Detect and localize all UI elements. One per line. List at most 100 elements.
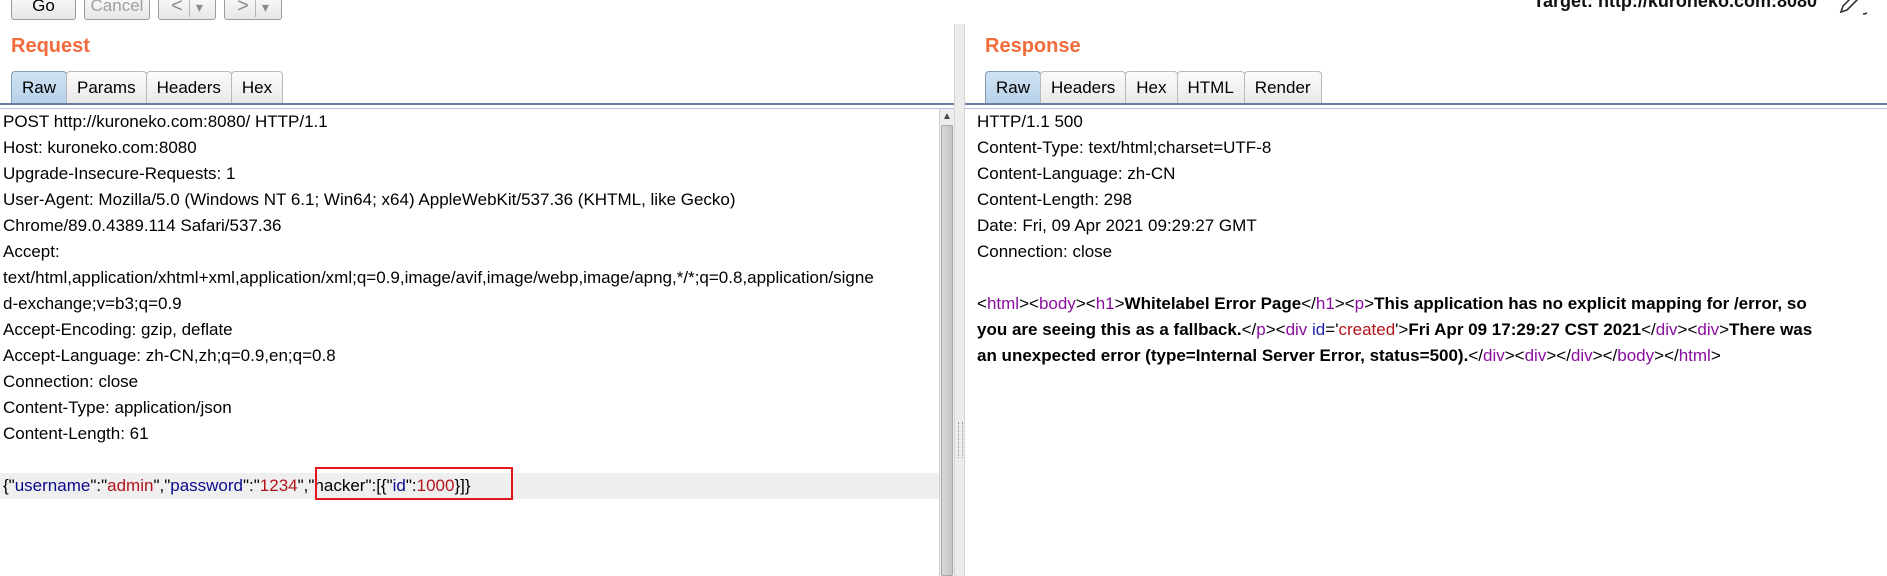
- json-punct: ":": [90, 476, 108, 495]
- html-punct: </: [1301, 294, 1316, 313]
- html-punct: >: [1710, 346, 1721, 365]
- html-punct: <: [1085, 294, 1096, 313]
- response-line: Date: Fri, 09 Apr 2021 09:29:27 GMT: [977, 216, 1257, 235]
- html-punct: </: [1641, 320, 1656, 339]
- html-punct: =: [1325, 320, 1336, 339]
- html-punct: <: [1344, 294, 1355, 313]
- html-punct: </: [1664, 346, 1679, 365]
- forward-button[interactable]: > ▾: [224, 0, 282, 20]
- request-line: POST http://kuroneko.com:8080/ HTTP/1.1: [3, 112, 328, 131]
- toolbar: Go Cancel < ▾ > ▾ Target: http://kuroneko.…: [0, 0, 1887, 24]
- go-label: Go: [32, 0, 55, 15]
- tab-headers[interactable]: Headers: [145, 71, 232, 103]
- tab-raw[interactable]: Raw: [985, 71, 1042, 103]
- html-text: This application has no explicit mapping…: [1374, 294, 1807, 313]
- scroll-thumb[interactable]: [941, 125, 953, 576]
- request-line: Accept:: [3, 242, 60, 261]
- html-text: Whitelabel Error Page: [1124, 294, 1302, 313]
- json-punct: {": [3, 476, 15, 495]
- json-punct: ":": [243, 476, 260, 495]
- response-line: Content-Length: 298: [977, 190, 1133, 209]
- html-punct: >: [1019, 294, 1029, 313]
- request-line: Accept-Encoding: gzip, deflate: [3, 320, 233, 339]
- html-punct: </: [1556, 346, 1571, 365]
- html-punct: </: [1602, 346, 1618, 365]
- html-punct: >: [1719, 320, 1730, 339]
- html-punct: </: [1241, 320, 1257, 339]
- html-punct: >: [1075, 294, 1086, 313]
- scroll-up-icon[interactable]: ▲: [940, 109, 954, 124]
- html-punct: </: [1468, 346, 1483, 365]
- highlight-box: [315, 467, 513, 500]
- request-tabs: Raw Params Headers Hex: [11, 71, 284, 103]
- html-punct: >: [1265, 320, 1276, 339]
- request-line: Chrome/89.0.4389.114 Safari/537.36: [3, 216, 282, 235]
- html-punct: >: [1677, 320, 1688, 339]
- response-line: Content-Type: text/html;charset=UTF-8: [977, 138, 1272, 157]
- tab-hex[interactable]: Hex: [230, 71, 284, 103]
- tab-headers[interactable]: Headers: [1040, 71, 1127, 103]
- html-text: you are seeing this as a fallback.: [977, 320, 1242, 339]
- html-text: an unexpected error (type=Internal Serve…: [977, 346, 1469, 365]
- response-tabs: Raw Headers Hex HTML Render: [985, 71, 1322, 103]
- html-punct: >: [1654, 346, 1665, 365]
- html-punct: >: [1364, 294, 1375, 313]
- request-line: Host: kuroneko.com:8080: [3, 138, 197, 157]
- request-editor[interactable]: POST http://kuroneko.com:8080/ HTTP/1.1 …: [0, 109, 939, 576]
- request-line: text/html,application/xhtml+xml,applicat…: [3, 268, 874, 287]
- response-html-line: you are seeing this as a fallback.</p><d…: [965, 317, 1887, 343]
- response-pane: Response Raw Headers Hex HTML Render HTT…: [965, 24, 1887, 576]
- tab-hex[interactable]: Hex: [1125, 71, 1178, 103]
- back-button[interactable]: < ▾: [158, 0, 216, 20]
- html-text: There was: [1729, 320, 1813, 339]
- html-punct: >: [1504, 346, 1515, 365]
- html-attr: id: [1312, 320, 1326, 339]
- cancel-label: Cancel: [90, 0, 144, 15]
- separator: [188, 0, 190, 17]
- html-punct: <: [1275, 320, 1286, 339]
- request-line: Connection: close: [3, 372, 139, 391]
- separator: [254, 0, 256, 17]
- response-html-line: <html><body><h1>Whitelabel Error Page</h…: [965, 291, 1887, 317]
- json-key: password: [170, 476, 243, 495]
- go-button[interactable]: Go: [11, 0, 76, 20]
- response-html-line: an unexpected error (type=Internal Serve…: [965, 343, 1887, 369]
- tab-html[interactable]: HTML: [1176, 71, 1245, 103]
- html-tag: h1: [1095, 294, 1115, 313]
- html-punct: <: [1029, 294, 1039, 313]
- html-punct: >: [1398, 320, 1409, 339]
- html-tag: h1: [1315, 294, 1335, 313]
- forward-arrow-icon: >: [237, 0, 249, 17]
- pencil-icon[interactable]: [1837, 0, 1867, 16]
- chevron-down-icon[interactable]: ▾: [196, 0, 203, 15]
- chevron-down-icon[interactable]: ▾: [262, 0, 269, 15]
- html-tag: html: [986, 294, 1020, 313]
- html-tag: div: [1482, 346, 1505, 365]
- html-punct: <: [1514, 346, 1525, 365]
- html-tag: div: [1697, 320, 1720, 339]
- tab-render[interactable]: Render: [1243, 71, 1322, 103]
- request-scrollbar[interactable]: ▲: [939, 109, 954, 576]
- request-line: Content-Type: application/json: [3, 398, 232, 417]
- tab-params[interactable]: Params: [66, 71, 147, 103]
- response-line: Content-Language: zh-CN: [977, 164, 1176, 183]
- html-tag: div: [1570, 346, 1593, 365]
- split-divider[interactable]: [954, 24, 965, 576]
- request-line: Accept-Language: zh-CN,zh;q=0.9,en;q=0.8: [3, 346, 336, 365]
- response-title: Response: [985, 35, 1081, 57]
- html-tag: div: [1655, 320, 1678, 339]
- html-text: Fri Apr 09 17:29:27 CST 2021: [1408, 320, 1642, 339]
- response-editor[interactable]: HTTP/1.1 500 Content-Type: text/html;cha…: [965, 109, 1887, 576]
- html-tag: div: [1285, 320, 1308, 339]
- cancel-button[interactable]: Cancel: [84, 0, 150, 20]
- request-line: User-Agent: Mozilla/5.0 (Windows NT 6.1;…: [3, 190, 736, 209]
- response-line: Connection: close: [977, 242, 1113, 261]
- html-punct: >: [1592, 346, 1603, 365]
- tab-raw[interactable]: Raw: [11, 71, 68, 103]
- json-key: username: [14, 476, 91, 495]
- divider-grip[interactable]: [958, 422, 963, 458]
- html-tag: body: [1617, 346, 1655, 365]
- request-title: Request: [11, 35, 90, 57]
- request-line: Content-Length: 61: [3, 424, 149, 443]
